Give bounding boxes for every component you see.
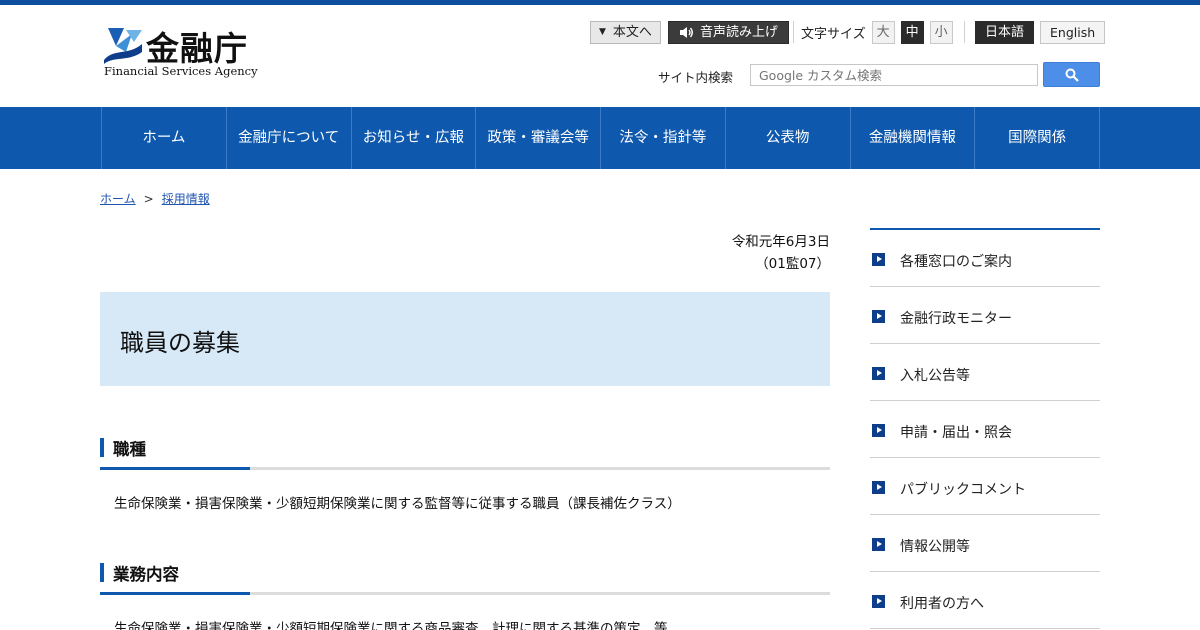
site-search-label: サイト内検索 — [658, 70, 734, 85]
font-size-label: 文字サイズ — [801, 26, 866, 42]
site-search-input[interactable] — [750, 64, 1038, 86]
page-title: 職員の募集 — [120, 329, 240, 357]
sidebar-item-label: 申請・届出・照会 — [900, 425, 1012, 441]
search-button[interactable] — [1043, 62, 1100, 87]
nav-item-about[interactable]: 金融庁について — [227, 107, 352, 169]
sidebar-item-disclosure[interactable]: 情報公開等 — [870, 515, 1100, 572]
speaker-icon — [680, 26, 693, 38]
breadcrumb: ホーム > 採用情報 — [100, 190, 210, 207]
nav-item-publications[interactable]: 公表物 — [726, 107, 851, 169]
arrow-square-icon — [872, 481, 885, 494]
sidebar-item-label: 各種窓口のご案内 — [900, 254, 1012, 270]
sidebar-item-label: 入札公告等 — [900, 368, 970, 384]
site-logo[interactable]: 金融庁 Financial Services Agency — [102, 24, 262, 80]
sidebar-item-tenders[interactable]: 入札公告等 — [870, 344, 1100, 401]
font-size-large-button[interactable]: 大 — [871, 20, 895, 44]
divider — [964, 20, 965, 44]
voice-reading-label: 音声読み上げ — [700, 24, 779, 40]
font-size-controls: 文字サイズ 大 中 小 — [801, 20, 959, 44]
sidebar-item-label: 利用者の方へ — [900, 596, 984, 612]
sidebar-item-users[interactable]: 利用者の方へ — [870, 572, 1100, 629]
sidebar-item-label: 金融行政モニター — [900, 311, 1012, 327]
sidebar-item-label: 情報公開等 — [900, 539, 970, 555]
triangle-down-icon: ▼ — [599, 26, 606, 37]
section-heading-text: 職種 — [113, 440, 146, 459]
sidebar-item-label: パブリックコメント — [900, 482, 1026, 498]
nav-item-laws[interactable]: 法令・指針等 — [601, 107, 726, 169]
divider — [793, 20, 794, 44]
voice-reading-button[interactable]: 音声読み上げ — [668, 20, 790, 44]
heading-underline-accent — [100, 592, 250, 595]
logo-name: 金融庁 — [146, 29, 248, 68]
heading-accent-bar — [100, 563, 104, 582]
font-size-small-button[interactable]: 小 — [929, 20, 953, 44]
sidebar-item-monitor[interactable]: 金融行政モニター — [870, 287, 1100, 344]
nav-item-news[interactable]: お知らせ・広報 — [352, 107, 477, 169]
breadcrumb-home-link[interactable]: ホーム — [100, 192, 136, 206]
section-text-job-type: 生命保険業・損害保険業・少額短期保険業に関する監督等に従事する職員（課長補佐クラ… — [114, 496, 681, 512]
font-size-medium-button[interactable]: 中 — [900, 20, 924, 44]
section-heading-text: 業務内容 — [113, 565, 179, 584]
section-text-duties: 生命保険業・損害保険業・少額短期保険業に関する商品審査、計理に関する基準の策定 … — [114, 621, 668, 630]
nav-item-institutions[interactable]: 金融機関情報 — [851, 107, 976, 169]
section-heading-job-type: 職種 — [100, 436, 830, 470]
heading-accent-bar — [100, 438, 104, 457]
publish-date: 令和元年6月3日 — [731, 234, 830, 250]
page-title-box: 職員の募集 — [100, 292, 830, 386]
nav-item-home[interactable]: ホーム — [102, 107, 227, 169]
global-nav: ホーム 金融庁について お知らせ・広報 政策・審議会等 法令・指針等 公表物 金… — [0, 107, 1200, 169]
sidebar-menu: 各種窓口のご案内 金融行政モニター 入札公告等 申請・届出・照会 パブリックコメ… — [870, 228, 1100, 629]
arrow-square-icon — [872, 310, 885, 323]
arrow-square-icon — [872, 538, 885, 551]
sidebar-item-contact-windows[interactable]: 各種窓口のご案内 — [870, 230, 1100, 287]
section-heading-duties: 業務内容 — [100, 561, 830, 595]
breadcrumb-separator: > — [143, 192, 154, 206]
lang-japanese-button[interactable]: 日本語 — [975, 20, 1035, 44]
publish-date-block: 令和元年6月3日 （01監07） — [600, 231, 830, 275]
arrow-square-icon — [872, 253, 885, 266]
arrow-square-icon — [872, 595, 885, 608]
heading-underline-accent — [100, 467, 250, 470]
language-switch: 日本語 English — [975, 20, 1106, 44]
fsa-logo-mark-icon — [104, 28, 142, 64]
sidebar-item-public-comment[interactable]: パブリックコメント — [870, 458, 1100, 515]
arrow-square-icon — [872, 424, 885, 437]
nav-item-policy[interactable]: 政策・審議会等 — [476, 107, 601, 169]
skip-to-content-label: 本文へ — [612, 24, 652, 40]
nav-item-international[interactable]: 国際関係 — [975, 107, 1100, 169]
document-code: （01監07） — [755, 256, 830, 272]
search-icon — [1065, 68, 1079, 82]
sidebar-item-applications[interactable]: 申請・届出・照会 — [870, 401, 1100, 458]
top-accent-bar — [0, 0, 1200, 5]
skip-to-content-button[interactable]: ▼ 本文へ — [590, 20, 661, 44]
logo-english-name: Financial Services Agency — [104, 64, 258, 78]
breadcrumb-current-link[interactable]: 採用情報 — [162, 192, 210, 206]
arrow-square-icon — [872, 367, 885, 380]
lang-english-button[interactable]: English — [1040, 20, 1106, 44]
